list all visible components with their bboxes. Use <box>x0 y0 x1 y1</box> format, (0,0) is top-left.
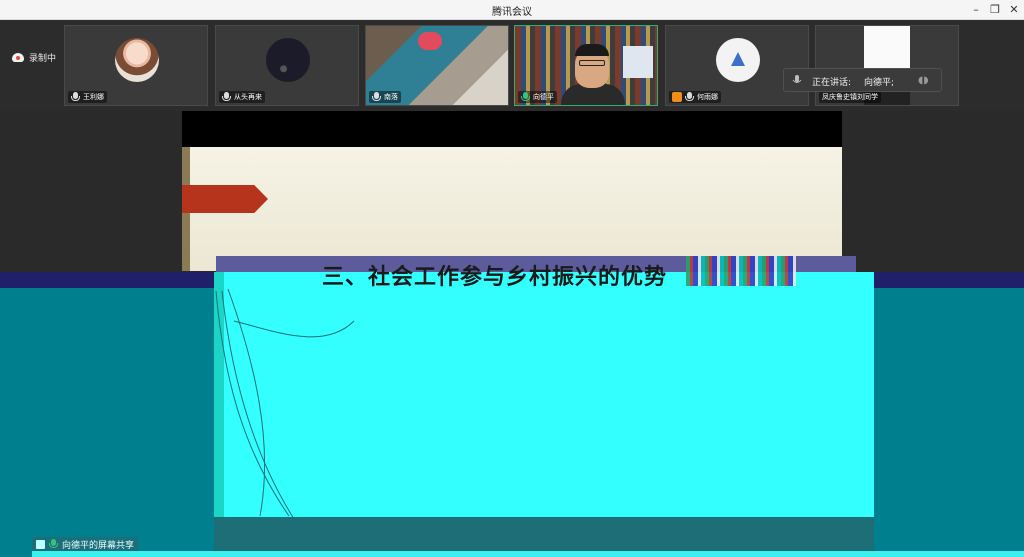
slide-top-border <box>182 111 842 147</box>
avatar <box>716 38 760 82</box>
avatar <box>266 38 310 82</box>
background-poster <box>623 46 653 78</box>
participant-name: 南落 <box>384 93 398 101</box>
speaker-glasses <box>579 60 605 66</box>
glitch-slide-bottom <box>214 517 874 552</box>
speaking-label: 正在讲话: <box>812 78 852 88</box>
participant-name: 从头再来 <box>234 93 262 101</box>
close-button[interactable]: ✕ <box>1006 2 1022 18</box>
mic-icon <box>71 92 80 102</box>
taskbar-glitch <box>32 551 1024 557</box>
title-bar: 腾讯会议 – ❐ ✕ <box>0 0 1024 20</box>
mic-icon <box>222 92 231 102</box>
shared-screen: 三、社会工作参与乡村振兴的优势 <box>0 111 1024 557</box>
mic-active-icon <box>521 92 530 102</box>
participant-name: 凤庆鲁史镇刘同学 <box>822 93 878 101</box>
participant-name-bar: 从头再来 <box>219 91 265 103</box>
slide-arrow-shape <box>182 185 268 213</box>
speaker-mic-icon <box>792 75 802 83</box>
screen-share-label: 向德平的屏幕共享 <box>62 540 135 551</box>
avatar <box>115 38 159 82</box>
screen-share-icon <box>36 539 45 549</box>
participant-name: 王利娜 <box>83 93 104 101</box>
recording-indicator[interactable]: 录制中 <box>12 51 57 64</box>
recording-label: 录制中 <box>29 53 57 64</box>
slide <box>182 147 842 271</box>
audio-wave-icon: ◖◗ <box>918 75 929 86</box>
participant-name-bar: 王利娜 <box>68 91 107 103</box>
cloud-record-icon <box>12 52 24 62</box>
restore-button[interactable]: ❐ <box>987 2 1003 18</box>
participant-name-bar: 向德平 <box>518 91 557 103</box>
speaking-name: 向德平; <box>864 78 895 88</box>
participant-tile[interactable]: 凤庆鲁史镇刘同学 <box>815 25 959 106</box>
participant-tile[interactable]: 王利娜 <box>64 25 208 106</box>
participant-name: 何雨娜 <box>697 93 718 101</box>
slide-heading: 三、社会工作参与乡村振兴的优势 <box>322 264 668 290</box>
participant-tile[interactable]: 何雨娜 <box>665 25 809 106</box>
mic-active-icon <box>49 539 58 549</box>
participant-tile[interactable]: 从头再来 <box>215 25 359 106</box>
screen-share-status: 向德平的屏幕共享 <box>32 537 139 551</box>
participant-name-bar: 南落 <box>369 91 401 103</box>
glitch-noise <box>686 256 796 286</box>
camera-badge-icon <box>672 92 682 102</box>
participant-strip: 录制中 王利娜 从头再来 南落 向德平 何雨娜 凤庆鲁史镇刘同学 正在讲话: 向… <box>0 20 1024 111</box>
participant-name-bar: 凤庆鲁史镇刘同学 <box>819 91 881 103</box>
speaking-indicator: 正在讲话: 向德平; ◖◗ <box>783 68 942 92</box>
participant-tile[interactable]: 南落 <box>365 25 509 106</box>
mic-icon <box>685 92 694 102</box>
minimize-button[interactable]: – <box>968 2 984 18</box>
mic-icon <box>372 92 381 102</box>
participant-name-bar: 何雨娜 <box>669 91 721 103</box>
participant-name: 向德平 <box>533 93 554 101</box>
window-title: 腾讯会议 <box>492 7 532 18</box>
speaker-hair <box>575 44 609 56</box>
participant-tile-active-speaker[interactable]: 向德平 <box>514 25 658 106</box>
decorative-curves <box>215 288 355 520</box>
